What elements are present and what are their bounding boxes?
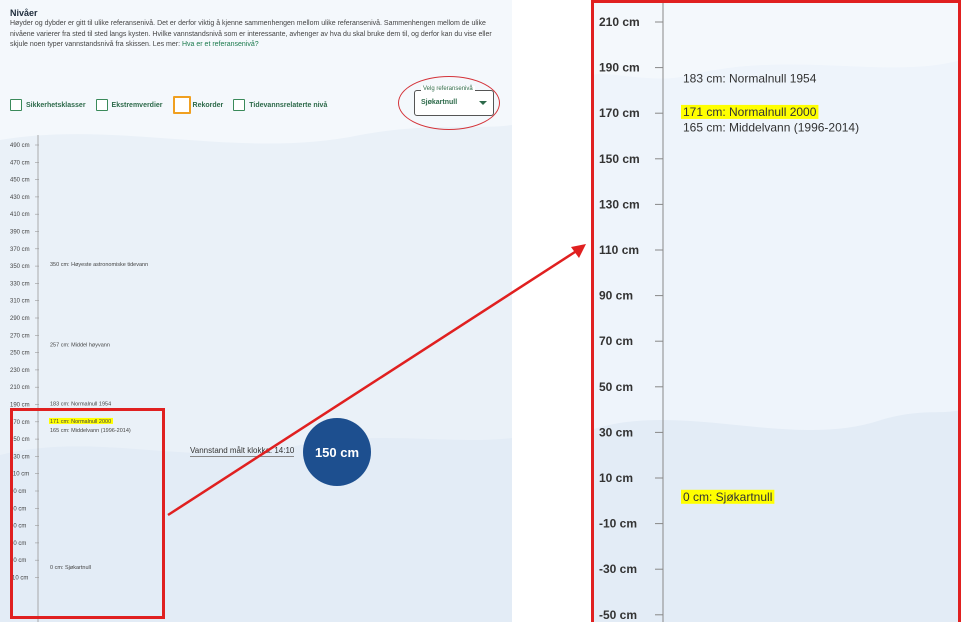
level-marker-label: 165 cm: Middelvann (1996-2014) [683, 121, 859, 135]
axis-tick-label: 30 cm [599, 425, 633, 439]
measurement-value-badge: 150 cm [303, 418, 371, 486]
axis-tick-label: 170 cm [599, 106, 640, 120]
axis-tick-label: 190 cm [599, 61, 640, 75]
axis-tick-label: 70 cm [599, 334, 633, 348]
checkbox-label: Rekorder [192, 101, 224, 109]
checkbox-label: Sikkerhetsklasser [26, 101, 86, 109]
info-text: Høyder og dybder er gitt til ulike refer… [10, 19, 505, 51]
axis-tick-label: 450 cm [10, 178, 30, 184]
checkbox-label: Tidevannsrelaterte nivå [249, 101, 328, 109]
left-panel: Nivåer Høyder og dybder er gitt til ulik… [0, 0, 512, 622]
axis-tick-label: 470 cm [10, 160, 30, 166]
checkbox-box[interactable] [233, 99, 246, 111]
checkbox-label: Ekstremverdier [111, 101, 163, 109]
zoom-region-annotation [10, 408, 165, 619]
level-marker-label: 171 cm: Normalnull 2000 [683, 105, 817, 119]
axis-tick-label: 50 cm [599, 380, 633, 394]
info-title: Nivåer [10, 8, 38, 18]
checkbox-row: Sikkerhetsklasser Ekstremverdier Rekorde… [10, 96, 337, 114]
info-block: Nivåer Høyder og dybder er gitt til ulik… [10, 8, 505, 51]
axis-tick-label: 330 cm [10, 281, 30, 287]
axis-tick-label: 150 cm [599, 152, 640, 166]
axis-tick-label: 210 cm [10, 385, 30, 391]
axis-tick-label: 210 cm [599, 15, 640, 29]
axis-tick-label: 410 cm [10, 212, 30, 218]
axis-tick-label: 290 cm [10, 316, 30, 322]
axis-tick-label: 270 cm [10, 333, 30, 339]
checkbox-tidal-levels[interactable]: Tidevannsrelaterte nivå [233, 99, 327, 111]
axis-tick-label: 350 cm [10, 264, 30, 270]
level-marker-label: 183 cm: Normalnull 1954 [50, 402, 111, 408]
checkbox-box[interactable] [172, 96, 191, 114]
checkbox-box[interactable] [10, 99, 22, 111]
axis-tick-label: 230 cm [10, 368, 30, 374]
right-level-axis: 210 cm 190 cm 170 cm 150 cm 130 cm 110 cm 90 c… [599, 0, 859, 622]
axis-tick-label: 250 cm [10, 351, 30, 357]
checkbox-safety-classes[interactable]: Sikkerhetsklasser [10, 99, 86, 111]
checkbox-box[interactable] [95, 99, 108, 111]
red-circle-annotation [398, 76, 500, 130]
axis-tick-label: 90 cm [599, 289, 633, 303]
checkbox-extreme-values[interactable]: Ekstremverdier [95, 99, 163, 111]
checkbox-records[interactable]: Rekorder [172, 96, 224, 114]
axis-tick-label: 490 cm [10, 143, 30, 149]
axis-tick-label: 10 cm [599, 471, 633, 485]
axis-tick-label: 110 cm [599, 243, 639, 257]
axis-tick-label: 430 cm [10, 195, 30, 201]
axis-tick-label: 310 cm [10, 299, 30, 305]
axis-tick-label: 130 cm [599, 197, 640, 211]
axis-tick-label: -10 cm [599, 517, 637, 531]
axis-tick-label: -50 cm [599, 608, 637, 622]
level-marker-label: 350 cm: Høyeste astronomiske tidevann [50, 262, 148, 268]
axis-tick-label: 370 cm [10, 247, 30, 253]
axis-tick-label: -30 cm [599, 562, 637, 576]
reference-level-link[interactable]: Hva er et referansenivå? [182, 41, 259, 48]
level-marker-label: 257 cm: Middel høyvann [50, 343, 110, 349]
axis-tick-label: 390 cm [10, 230, 30, 236]
level-marker-label: 0 cm: Sjøkartnull [683, 490, 772, 504]
level-marker-label: 183 cm: Normalnull 1954 [683, 72, 817, 86]
zoomed-panel: 210 cm 190 cm 170 cm 150 cm 130 cm 110 cm 90 c… [591, 0, 961, 622]
measurement-label: Vannstand målt klokka: 14:10 [190, 446, 295, 457]
measurement-value: 150 cm [314, 444, 360, 460]
